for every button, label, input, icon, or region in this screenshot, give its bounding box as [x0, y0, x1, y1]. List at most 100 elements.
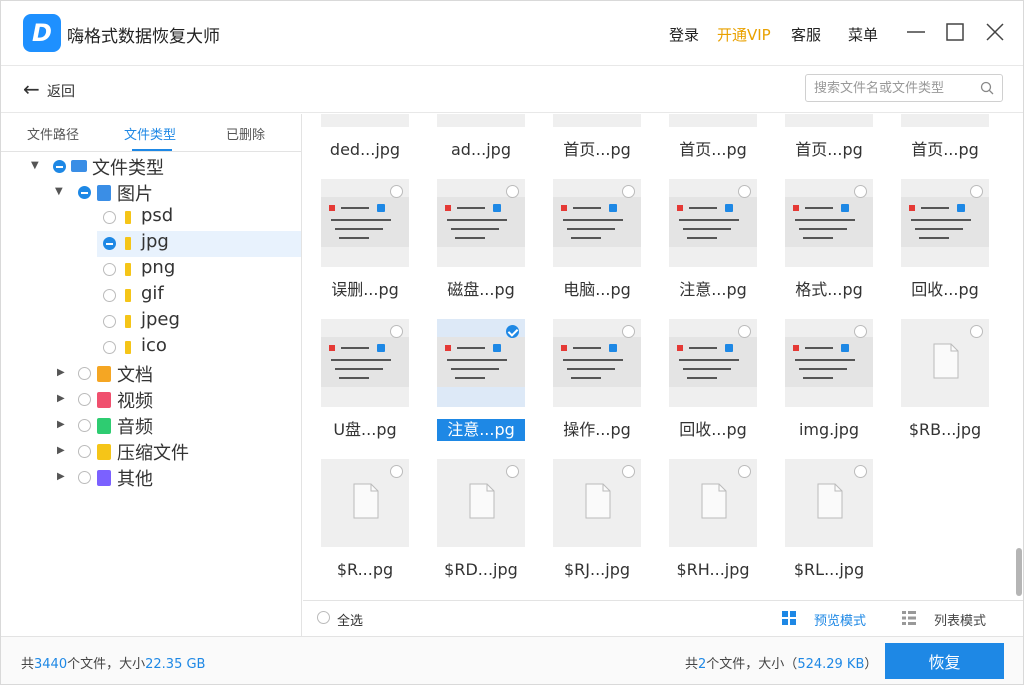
- tree-archives[interactable]: ▶ 压缩文件: [1, 439, 301, 465]
- file-name[interactable]: $RJ...jpg: [547, 559, 647, 581]
- select-all-checkbox[interactable]: [317, 611, 330, 624]
- file-checkbox[interactable]: [390, 325, 403, 338]
- scrollbar-thumb[interactable]: [1016, 548, 1022, 596]
- file-thumbnail[interactable]: [785, 179, 873, 267]
- file-name[interactable]: 操作...pg: [547, 419, 647, 441]
- file-name[interactable]: U盘...pg: [315, 419, 415, 441]
- grid-view-icon[interactable]: [781, 610, 797, 626]
- file-checkbox[interactable]: [738, 185, 751, 198]
- list-view-icon[interactable]: [901, 610, 917, 626]
- file-name[interactable]: 回收...pg: [663, 419, 763, 441]
- file-name[interactable]: $RB...jpg: [895, 419, 995, 441]
- file-thumbnail[interactable]: [901, 114, 989, 127]
- vip-link[interactable]: 开通VIP: [717, 24, 771, 45]
- select-all-label[interactable]: 全选: [337, 610, 363, 629]
- collapse-triangle-icon[interactable]: ▶: [57, 471, 65, 482]
- tab-file-path[interactable]: 文件路径: [27, 124, 79, 143]
- file-thumbnail[interactable]: [669, 114, 757, 127]
- tab-deleted[interactable]: 已删除: [226, 124, 265, 143]
- file-checkbox[interactable]: [738, 465, 751, 478]
- file-checkbox[interactable]: [970, 185, 983, 198]
- file-thumbnail[interactable]: [785, 319, 873, 407]
- file-thumbnail[interactable]: [553, 319, 641, 407]
- tree-checkbox[interactable]: [103, 211, 116, 224]
- tree-checkbox[interactable]: [78, 445, 91, 458]
- file-checkbox[interactable]: [506, 465, 519, 478]
- file-checkbox[interactable]: [854, 465, 867, 478]
- file-thumbnail[interactable]: [669, 179, 757, 267]
- file-thumbnail[interactable]: [437, 179, 525, 267]
- tree-type-ico[interactable]: ico: [1, 335, 301, 361]
- collapse-triangle-icon[interactable]: ▶: [57, 445, 65, 456]
- tree-type-png[interactable]: png: [1, 257, 301, 283]
- file-checkbox[interactable]: [854, 325, 867, 338]
- file-thumbnail[interactable]: [901, 319, 989, 407]
- file-checkbox[interactable]: [390, 185, 403, 198]
- file-name[interactable]: $RD...jpg: [431, 559, 531, 581]
- file-name[interactable]: 首页...pg: [547, 139, 647, 161]
- file-checkbox[interactable]: [390, 465, 403, 478]
- file-thumbnail[interactable]: [669, 319, 757, 407]
- file-name[interactable]: ad...jpg: [431, 139, 531, 161]
- menu-link[interactable]: 菜单: [848, 24, 878, 45]
- file-thumbnail[interactable]: [437, 319, 525, 407]
- file-name[interactable]: 注意...pg: [437, 419, 525, 441]
- file-name[interactable]: $R...pg: [315, 559, 415, 581]
- tree-video[interactable]: ▶ 视频: [1, 387, 301, 413]
- file-thumbnail[interactable]: [321, 114, 409, 127]
- file-thumbnail[interactable]: [321, 179, 409, 267]
- file-name[interactable]: 磁盘...pg: [431, 279, 531, 301]
- collapse-triangle-icon[interactable]: ▶: [57, 367, 65, 378]
- minimize-icon[interactable]: [903, 19, 929, 45]
- file-name[interactable]: 首页...pg: [663, 139, 763, 161]
- search-box[interactable]: [805, 74, 1003, 102]
- tree-root[interactable]: ▼ 文件类型: [1, 154, 301, 180]
- tree-audio[interactable]: ▶ 音频: [1, 413, 301, 439]
- file-thumbnail[interactable]: [553, 114, 641, 127]
- tree-checkbox[interactable]: [103, 315, 116, 328]
- tree-checkbox[interactable]: [78, 419, 91, 432]
- tree-type-jpg[interactable]: jpg: [97, 231, 301, 257]
- file-thumbnail[interactable]: [553, 179, 641, 267]
- tree-checkbox[interactable]: [78, 393, 91, 406]
- search-icon[interactable]: [980, 81, 994, 95]
- file-thumbnail[interactable]: [785, 114, 873, 127]
- file-checkbox[interactable]: [622, 185, 635, 198]
- file-name[interactable]: ded...jpg: [315, 139, 415, 161]
- tree-type-gif[interactable]: gif: [1, 283, 301, 309]
- file-name[interactable]: img.jpg: [779, 419, 879, 441]
- file-thumbnail[interactable]: [321, 319, 409, 407]
- file-thumbnail[interactable]: [669, 459, 757, 547]
- file-thumbnail[interactable]: [901, 179, 989, 267]
- login-link[interactable]: 登录: [669, 24, 699, 45]
- file-name[interactable]: 首页...pg: [895, 139, 995, 161]
- tree-type-psd[interactable]: psd: [1, 205, 301, 231]
- grid-scrollbar[interactable]: [1014, 114, 1023, 600]
- tree-type-jpeg[interactable]: jpeg: [1, 309, 301, 335]
- file-thumbnail[interactable]: [437, 114, 525, 127]
- file-name[interactable]: 误删...pg: [315, 279, 415, 301]
- file-name[interactable]: 注意...pg: [663, 279, 763, 301]
- file-name[interactable]: 首页...pg: [779, 139, 879, 161]
- collapse-triangle-icon[interactable]: ▶: [57, 393, 65, 404]
- tree-checkbox[interactable]: [103, 263, 116, 276]
- list-mode-button[interactable]: 列表模式: [934, 610, 986, 629]
- file-checkbox[interactable]: [970, 325, 983, 338]
- tree-documents[interactable]: ▶ 文档: [1, 361, 301, 387]
- file-checkbox[interactable]: [506, 185, 519, 198]
- customer-service-link[interactable]: 客服: [791, 24, 821, 45]
- preview-mode-button[interactable]: 预览模式: [814, 610, 866, 629]
- tab-file-type[interactable]: 文件类型: [124, 124, 176, 143]
- maximize-icon[interactable]: [942, 19, 968, 45]
- file-thumbnail[interactable]: [785, 459, 873, 547]
- collapse-triangle-icon[interactable]: ▶: [57, 419, 65, 430]
- file-checkbox[interactable]: [738, 325, 751, 338]
- file-name[interactable]: $RL...jpg: [779, 559, 879, 581]
- expand-triangle-icon[interactable]: ▼: [31, 160, 39, 171]
- file-name[interactable]: 格式...pg: [779, 279, 879, 301]
- search-input[interactable]: [814, 79, 974, 97]
- expand-triangle-icon[interactable]: ▼: [55, 186, 63, 197]
- file-name[interactable]: $RH...jpg: [663, 559, 763, 581]
- file-thumbnail[interactable]: [437, 459, 525, 547]
- file-thumbnail[interactable]: [321, 459, 409, 547]
